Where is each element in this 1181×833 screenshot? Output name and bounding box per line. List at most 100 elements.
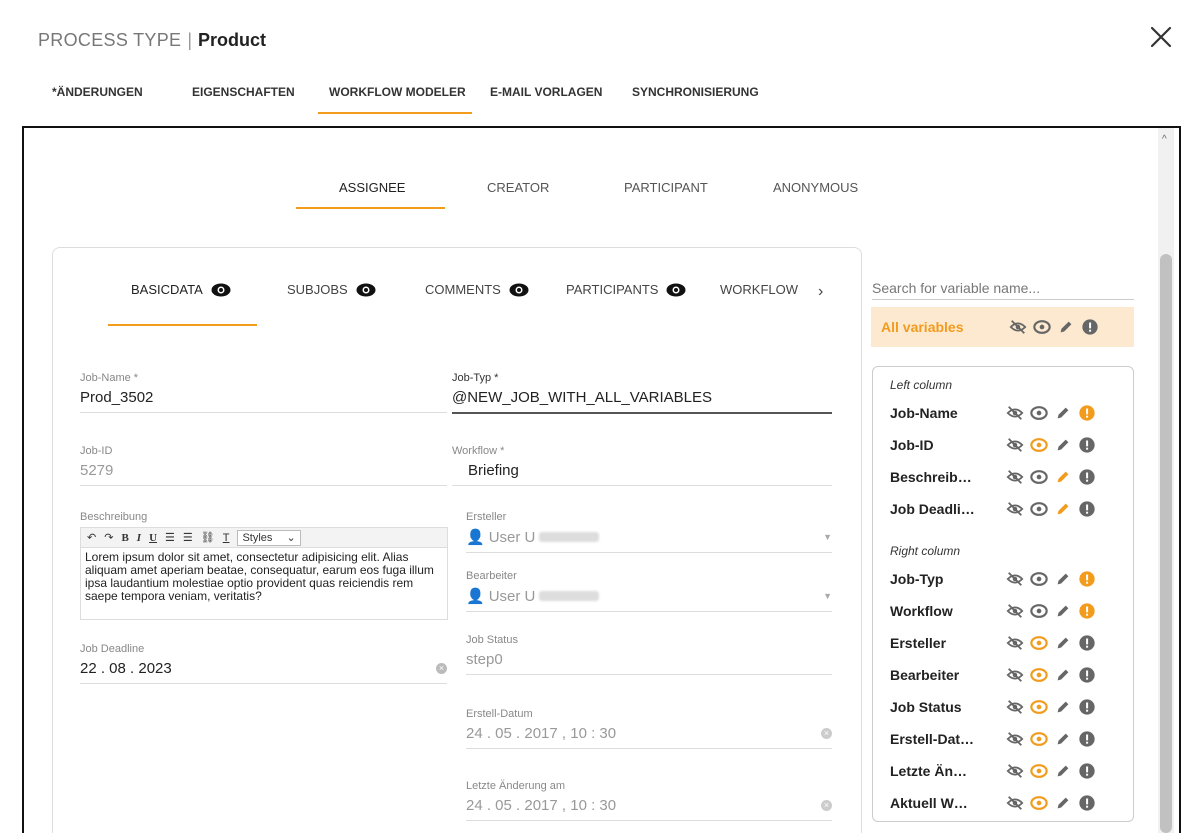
pencil-icon[interactable] xyxy=(1054,634,1072,652)
exclamation-icon[interactable] xyxy=(1078,730,1096,748)
eye-off-icon[interactable] xyxy=(1006,698,1024,716)
tab-aenderungen[interactable]: *ÄNDERUNGEN xyxy=(52,85,143,99)
eye-off-icon[interactable] xyxy=(1006,570,1024,588)
bullet-list-icon[interactable]: ☰ xyxy=(183,531,193,544)
exclamation-icon[interactable] xyxy=(1078,468,1096,486)
exclamation-icon[interactable] xyxy=(1078,794,1096,812)
job-name-input[interactable]: Prod_3502 xyxy=(80,389,447,413)
pencil-icon[interactable] xyxy=(1054,404,1072,422)
eye-off-icon[interactable] xyxy=(1006,602,1024,620)
tab-email-vorlagen[interactable]: E-MAIL VORLAGEN xyxy=(490,85,602,99)
subtab-workflow[interactable]: WORKFLOW xyxy=(720,282,798,297)
bold-icon[interactable]: B xyxy=(121,532,128,544)
undo-icon[interactable]: ↶ xyxy=(87,531,96,544)
subtab-participants[interactable]: PARTICIPANTS xyxy=(566,282,686,297)
job-typ-input[interactable]: @NEW_JOB_WITH_ALL_VARIABLES xyxy=(452,389,832,414)
tab-workflow-modeler[interactable]: WORKFLOW MODELER xyxy=(329,85,466,99)
editor-content[interactable]: Lorem ipsum dolor sit amet, consectetur … xyxy=(81,548,447,606)
link-icon[interactable]: ⛓ xyxy=(201,531,215,544)
eye-off-icon[interactable] xyxy=(1006,666,1024,684)
subtab-basicdata[interactable]: BASICDATA xyxy=(131,282,231,297)
tab-synchronisierung[interactable]: SYNCHRONISIERUNG xyxy=(632,85,759,99)
italic-icon[interactable]: I xyxy=(137,532,141,544)
eye-icon[interactable] xyxy=(1030,602,1048,620)
variable-search-input[interactable] xyxy=(872,276,1134,300)
scroll-up-icon[interactable]: ^ xyxy=(1162,134,1167,145)
eye-icon[interactable] xyxy=(1030,730,1048,748)
editor-toolbar: ↶ ↷ B I U ☰ ☰ ⛓ T Styles ⌄ xyxy=(81,528,447,548)
role-tab-creator[interactable]: CREATOR xyxy=(487,180,549,195)
job-name-field[interactable]: Job-Name * Prod_3502 xyxy=(80,372,447,413)
eye-icon[interactable] xyxy=(1030,468,1048,486)
eye-icon[interactable] xyxy=(1030,666,1048,684)
exclamation-icon[interactable] xyxy=(1078,404,1096,422)
role-tab-assignee[interactable]: ASSIGNEE xyxy=(339,180,405,195)
eye-off-icon[interactable] xyxy=(1006,404,1024,422)
clear-format-icon[interactable]: T xyxy=(223,532,230,544)
pencil-icon[interactable] xyxy=(1057,318,1075,336)
redo-icon[interactable]: ↷ xyxy=(104,531,113,544)
close-icon[interactable] xyxy=(1148,24,1174,50)
vertical-scrollbar[interactable]: ^ xyxy=(1158,128,1174,833)
pencil-icon[interactable] xyxy=(1054,500,1072,518)
styles-dropdown[interactable]: Styles ⌄ xyxy=(237,529,301,546)
eye-off-icon[interactable] xyxy=(1009,318,1027,336)
subtab-comments[interactable]: COMMENTS xyxy=(425,282,529,297)
pencil-icon[interactable] xyxy=(1054,602,1072,620)
pencil-icon[interactable] xyxy=(1054,468,1072,486)
workflow-field[interactable]: Workflow * Briefing xyxy=(452,445,832,486)
exclamation-icon[interactable] xyxy=(1078,436,1096,454)
eye-icon[interactable] xyxy=(1030,634,1048,652)
exclamation-icon[interactable] xyxy=(1078,634,1096,652)
clear-icon[interactable]: × xyxy=(436,663,447,674)
variable-name: Bearbeiter xyxy=(890,667,960,683)
eye-icon[interactable] xyxy=(1030,436,1048,454)
exclamation-icon[interactable] xyxy=(1078,500,1096,518)
job-deadline-field[interactable]: Job Deadline 22 . 08 . 2023 × xyxy=(80,643,447,684)
exclamation-icon[interactable] xyxy=(1078,698,1096,716)
exclamation-icon[interactable] xyxy=(1078,666,1096,684)
scrollbar-thumb[interactable] xyxy=(1160,254,1172,833)
numbered-list-icon[interactable]: ☰ xyxy=(165,531,175,544)
chevron-right-icon[interactable]: › xyxy=(818,283,823,301)
pencil-icon[interactable] xyxy=(1054,730,1072,748)
pencil-icon[interactable] xyxy=(1054,570,1072,588)
eye-icon[interactable] xyxy=(1030,698,1048,716)
eye-off-icon[interactable] xyxy=(1006,500,1024,518)
pencil-icon[interactable] xyxy=(1054,666,1072,684)
eye-icon[interactable] xyxy=(1030,570,1048,588)
eye-icon[interactable] xyxy=(1033,318,1051,336)
role-tab-participant[interactable]: PARTICIPANT xyxy=(624,180,708,195)
rich-text-editor[interactable]: ↶ ↷ B I U ☰ ☰ ⛓ T Styles ⌄ Lorem ipsum d… xyxy=(80,527,448,620)
eye-off-icon[interactable] xyxy=(1006,794,1024,812)
eye-off-icon[interactable] xyxy=(1006,468,1024,486)
eye-off-icon[interactable] xyxy=(1006,634,1024,652)
pencil-icon[interactable] xyxy=(1054,794,1072,812)
variable-name: Job Deadli… xyxy=(890,501,975,517)
tab-eigenschaften[interactable]: EIGENSCHAFTEN xyxy=(192,85,295,99)
job-deadline-input[interactable]: 22 . 08 . 2023 × xyxy=(80,660,447,684)
all-variables-row: All variables xyxy=(871,307,1134,347)
exclamation-icon[interactable] xyxy=(1078,602,1096,620)
eye-off-icon[interactable] xyxy=(1006,436,1024,454)
eye-off-icon[interactable] xyxy=(1006,762,1024,780)
exclamation-icon[interactable] xyxy=(1078,762,1096,780)
role-tab-anonymous[interactable]: ANONYMOUS xyxy=(773,180,858,195)
exclamation-icon[interactable] xyxy=(1078,570,1096,588)
exclamation-icon[interactable] xyxy=(1081,318,1099,336)
pencil-icon[interactable] xyxy=(1054,698,1072,716)
workflow-input[interactable]: Briefing xyxy=(452,462,832,486)
eye-icon[interactable] xyxy=(1030,794,1048,812)
pencil-icon[interactable] xyxy=(1054,436,1072,454)
process-type-label: PROCESS TYPE xyxy=(38,30,182,50)
eye-icon[interactable] xyxy=(1030,404,1048,422)
eye-icon[interactable] xyxy=(1030,500,1048,518)
eye-icon[interactable] xyxy=(1030,762,1048,780)
right-column-title: Right column xyxy=(890,544,961,558)
eye-off-icon[interactable] xyxy=(1006,730,1024,748)
subtab-subjobs[interactable]: SUBJOBS xyxy=(287,282,376,297)
job-deadline-value: 22 . 08 . 2023 xyxy=(80,660,172,677)
job-typ-field[interactable]: Job-Typ * @NEW_JOB_WITH_ALL_VARIABLES xyxy=(452,372,832,414)
pencil-icon[interactable] xyxy=(1054,762,1072,780)
underline-icon[interactable]: U xyxy=(149,532,157,544)
